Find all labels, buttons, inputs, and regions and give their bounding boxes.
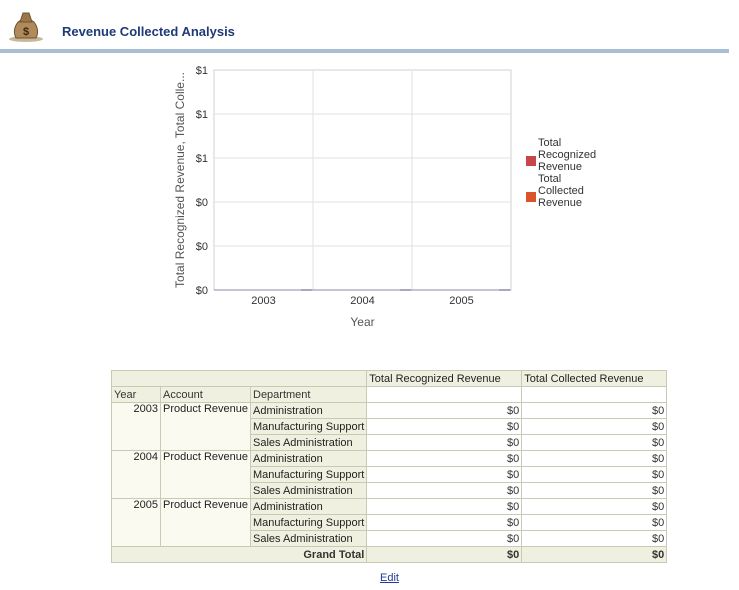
account-cell: Product Revenue <box>160 498 251 547</box>
chart-canvas: $0 $0 $0 $1 $1 $1 2003 2004 2005 Year Total Recogn… <box>173 65 596 329</box>
empty-cell <box>521 386 668 403</box>
collected-revenue-cell: $0 <box>521 466 668 483</box>
y-axis-title: Total Recognized Revenue, Total Colle... <box>173 72 187 288</box>
recognized-revenue-cell: $0 <box>366 482 523 499</box>
money-bag-icon: $ <box>9 12 43 42</box>
row-header-year: Year <box>111 386 161 403</box>
department-cell: Sales Administration <box>249 530 368 547</box>
empty-cell <box>366 386 523 403</box>
department-cell: Administration <box>249 450 368 467</box>
header-divider <box>0 49 729 53</box>
collected-revenue-cell: $0 <box>521 498 668 515</box>
row-header-row: Year Account Department <box>111 386 668 403</box>
grand-total-label: Grand Total <box>110 546 368 563</box>
recognized-revenue-cell: $0 <box>366 434 523 451</box>
recognized-revenue-cell: $0 <box>366 418 523 435</box>
recognized-revenue-cell: $0 <box>366 498 523 515</box>
legend-label: Total Collected Revenue <box>538 173 584 209</box>
page-header: $ Revenue Collected Analysis <box>0 8 729 53</box>
year-cell: 2005 <box>111 498 161 547</box>
y-tick-label: $0 <box>196 241 208 253</box>
revenue-pivot-table: Total Recognized Revenue Total Collected … <box>110 370 668 563</box>
account-cell: Product Revenue <box>160 450 251 499</box>
collected-revenue-cell: $0 <box>521 418 668 435</box>
table-row: 2003 Product Revenue Administration $0 $0 <box>111 402 668 451</box>
table-row: 2005 Product Revenue Administration $0 $0 <box>111 498 668 547</box>
department-cell: Sales Administration <box>249 482 368 499</box>
recognized-revenue-cell: $0 <box>366 450 523 467</box>
x-tick-label: 2003 <box>251 295 275 307</box>
y-tick-label: $0 <box>196 285 208 297</box>
collected-revenue-cell: $0 <box>521 450 668 467</box>
grand-total-row: Grand Total $0 $0 <box>110 546 668 563</box>
year-cell: 2004 <box>111 450 161 499</box>
collected-revenue-cell: $0 <box>521 482 668 499</box>
y-tick-label: $1 <box>196 153 208 165</box>
department-cell: Manufacturing Support <box>249 514 368 531</box>
y-tick-label: $0 <box>196 197 208 209</box>
x-tick-label: 2005 <box>449 295 473 307</box>
table-corner <box>110 370 368 387</box>
recognized-revenue-cell: $0 <box>366 514 523 531</box>
legend-swatch <box>526 156 536 166</box>
page-title: Revenue Collected Analysis <box>62 24 235 39</box>
department-cell: Manufacturing Support <box>249 466 368 483</box>
y-tick-label: $1 <box>196 109 208 121</box>
svg-text:$: $ <box>23 26 29 38</box>
row-header-department: Department <box>249 386 368 403</box>
x-axis-title: Year <box>350 315 374 329</box>
table-row: 2004 Product Revenue Administration $0 $0 <box>111 450 668 499</box>
row-header-account: Account <box>160 386 251 403</box>
account-cell: Product Revenue <box>160 402 251 451</box>
table-header-row: Total Recognized Revenue Total Collected … <box>110 370 668 387</box>
x-tick-label: 2004 <box>350 295 374 307</box>
y-tick-label: $1 <box>196 65 208 77</box>
collected-revenue-cell: $0 <box>521 514 668 531</box>
plot-area <box>213 69 512 291</box>
collected-revenue-cell: $0 <box>521 530 668 547</box>
recognized-revenue-cell: $0 <box>366 466 523 483</box>
legend-swatch <box>526 192 536 202</box>
grand-total-recognized: $0 <box>366 546 523 563</box>
department-cell: Administration <box>249 402 368 419</box>
edit-link[interactable]: Edit <box>380 572 399 584</box>
collected-revenue-cell: $0 <box>521 434 668 451</box>
department-cell: Manufacturing Support <box>249 418 368 435</box>
recognized-revenue-cell: $0 <box>366 530 523 547</box>
collected-revenue-cell: $0 <box>521 402 668 419</box>
legend-label: Total Recognized Revenue <box>538 137 596 173</box>
column-header: Total Collected Revenue <box>521 370 668 387</box>
column-header: Total Recognized Revenue <box>366 370 523 387</box>
department-cell: Administration <box>249 498 368 515</box>
revenue-chart: $0 $0 $0 $1 $1 $1 2003 2004 2005 Year Total Recogn… <box>160 60 620 340</box>
recognized-revenue-cell: $0 <box>366 402 523 419</box>
year-cell: 2003 <box>111 402 161 451</box>
department-cell: Sales Administration <box>249 434 368 451</box>
grand-total-collected: $0 <box>521 546 668 563</box>
